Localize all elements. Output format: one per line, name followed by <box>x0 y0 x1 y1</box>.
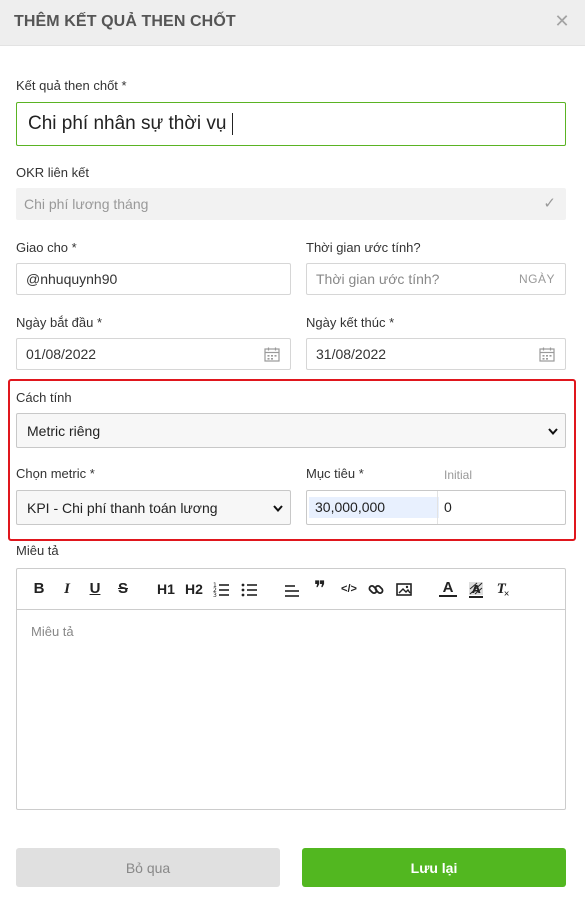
bold-icon[interactable]: B <box>31 579 47 599</box>
save-button[interactable]: Lưu lại <box>302 848 566 887</box>
code-icon[interactable]: </> <box>339 579 359 599</box>
key-result-input[interactable]: Chi phí nhân sự thời vụ <box>16 102 566 146</box>
check-icon: ✓ <box>543 195 556 212</box>
strikethrough-icon[interactable]: S <box>115 579 131 599</box>
bullet-list-icon[interactable] <box>241 579 259 599</box>
assign-to-label: Giao cho * <box>16 240 77 255</box>
svg-text:3: 3 <box>213 592 217 599</box>
linked-okr-label: OKR liên kết <box>16 165 89 180</box>
estimated-time-unit: NGÀY <box>518 272 555 286</box>
metric-label: Chọn metric * <box>16 466 95 481</box>
svg-text:A: A <box>472 583 481 596</box>
start-date-value: 01/08/2022 <box>26 346 97 362</box>
image-icon[interactable] <box>395 579 413 599</box>
target-input[interactable]: 30,000,000 <box>309 497 439 518</box>
text-color-icon[interactable]: A <box>439 579 457 597</box>
text-caret <box>232 113 234 135</box>
calendar-icon[interactable] <box>264 347 280 362</box>
dialog-header: THÊM KẾT QUẢ THEN CHỐT ✕ <box>0 0 585 46</box>
cancel-button[interactable]: Bỏ qua <box>16 848 280 887</box>
end-date-value: 31/08/2022 <box>316 346 387 362</box>
close-icon[interactable]: ✕ <box>553 12 571 30</box>
clear-format-icon[interactable]: T× <box>495 579 513 600</box>
italic-icon[interactable]: I <box>59 579 75 599</box>
heading-2-icon[interactable]: H2 <box>183 579 205 599</box>
initial-input[interactable]: 0 <box>444 499 452 515</box>
metric-select[interactable]: KPI - Chi phí thanh toán lương <box>16 490 291 525</box>
calc-method-label: Cách tính <box>16 390 72 405</box>
description-placeholder: Miêu tả <box>31 624 74 639</box>
calc-method-select[interactable]: Metric riêng <box>16 413 566 448</box>
target-label: Mục tiêu * <box>306 466 364 481</box>
ordered-list-icon[interactable]: 123 <box>213 579 231 599</box>
estimated-time-input[interactable]: Thời gian ước tính? NGÀY <box>306 263 566 295</box>
linked-okr-field: Chi phí lương tháng ✓ <box>16 188 566 220</box>
estimated-time-placeholder: Thời gian ước tính? <box>316 271 440 287</box>
dialog-title: THÊM KẾT QUẢ THEN CHỐT <box>14 13 236 30</box>
underline-icon[interactable]: U <box>87 579 103 599</box>
start-date-label: Ngày bắt đầu * <box>16 315 103 330</box>
editor-toolbar: B I U S H1 H2 123 ❞ </> A A T× <box>17 569 565 610</box>
calc-method-value: Metric riêng <box>27 422 101 439</box>
start-date-input[interactable]: 01/08/2022 <box>16 338 291 370</box>
heading-1-icon[interactable]: H1 <box>155 579 177 599</box>
link-icon[interactable] <box>367 579 385 599</box>
metric-value: KPI - Chi phí thanh toán lương <box>27 499 218 516</box>
blockquote-icon[interactable]: ❞ <box>311 579 329 599</box>
highlight-icon[interactable]: A <box>467 579 485 599</box>
key-result-label: Kết quả then chốt * <box>16 78 127 93</box>
target-divider <box>437 491 438 524</box>
description-label: Miêu tả <box>16 543 59 558</box>
initial-label: Initial <box>444 468 473 482</box>
align-icon[interactable] <box>283 579 301 599</box>
chevron-down-icon <box>548 427 558 435</box>
estimated-time-label: Thời gian ước tính? <box>306 240 421 255</box>
assign-to-value: @nhuquynh90 <box>26 271 118 287</box>
linked-okr-value: Chi phí lương tháng <box>24 196 149 212</box>
assign-to-input[interactable]: @nhuquynh90 <box>16 263 291 295</box>
end-date-label: Ngày kết thúc * <box>306 315 395 330</box>
target-field: 30,000,000 0 <box>306 490 566 525</box>
chevron-down-icon <box>273 504 283 512</box>
description-editor: B I U S H1 H2 123 ❞ </> A A T× Miêu tả <box>16 568 566 810</box>
calendar-icon[interactable] <box>539 347 555 362</box>
key-result-value: Chi phí nhân sự thời vụ <box>28 113 227 134</box>
clear-format-x: × <box>503 589 510 600</box>
end-date-input[interactable]: 31/08/2022 <box>306 338 566 370</box>
